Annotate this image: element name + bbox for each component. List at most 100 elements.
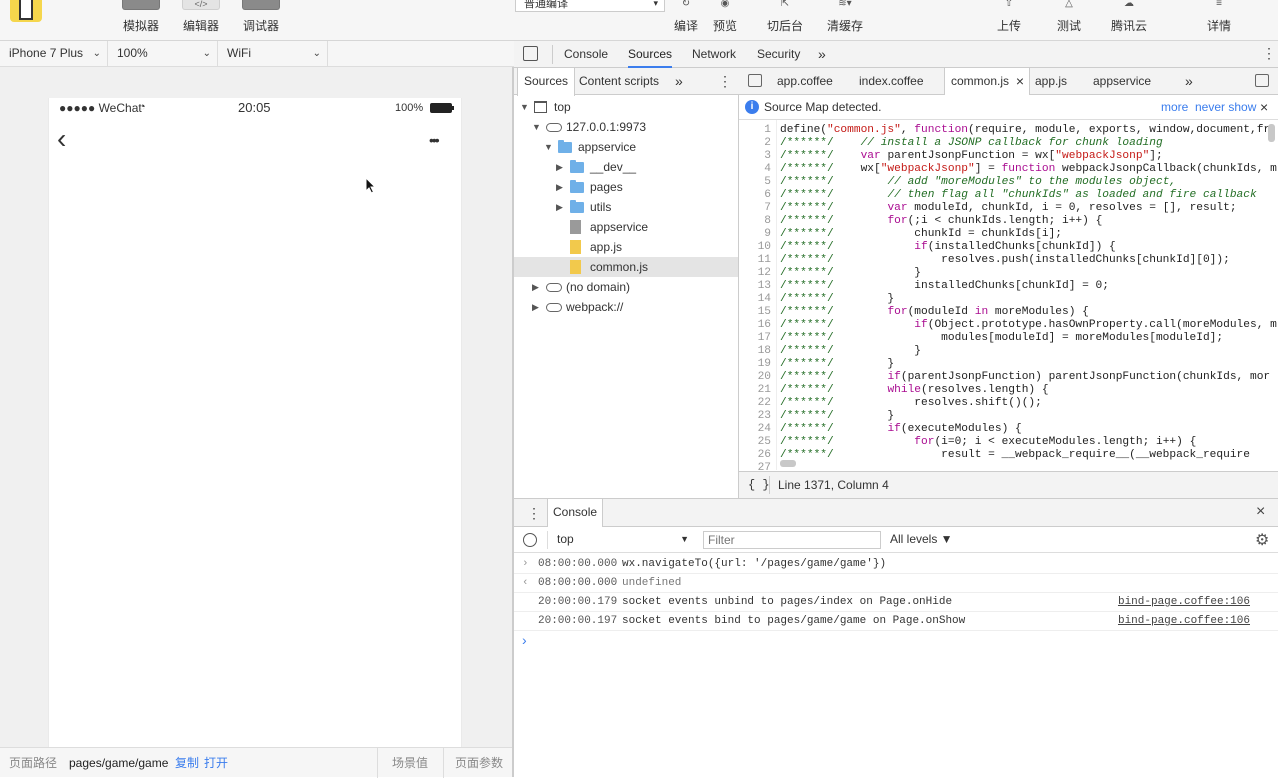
more-tabs-chevron-icon[interactable]: » [818,41,826,68]
line-number[interactable]: 2 [739,137,773,149]
page-params-button[interactable]: 页面参数 [455,748,503,778]
close-infobar-icon[interactable]: × [1260,95,1268,119]
gear-icon[interactable]: ⚙ [1255,530,1269,550]
line-number[interactable]: 27 [739,462,773,470]
line-number[interactable]: 1 [739,124,773,136]
line-number[interactable]: 4 [739,163,773,175]
tab-content-scripts[interactable]: Content scripts [573,68,665,95]
context-select[interactable]: top ▼ [557,527,689,553]
editor-tab-active[interactable]: common.js × [944,68,1031,96]
line-number[interactable]: 9 [739,228,773,240]
clear-cache-button[interactable]: ≋▾ 清缓存 [824,0,866,41]
compile-mode-select[interactable]: 普通编译 [515,0,665,12]
scene-value-button[interactable]: 场景值 [392,748,428,778]
console-message[interactable]: 20:00:00.197 socket events bind to pages/… [514,612,1278,631]
inspect-element-icon[interactable] [523,46,538,61]
line-number[interactable]: 6 [739,189,773,201]
line-number[interactable]: 11 [739,254,773,266]
console-message[interactable]: › 08:00:00.000 wx.navigateTo({url: '/pages… [514,555,1278,574]
more-info-link[interactable]: more [1161,95,1188,119]
test-button[interactable]: △ 测试 [1049,0,1089,41]
back-arrow-icon[interactable]: ‹ [57,125,66,153]
tab-console[interactable]: Console [564,41,608,68]
collapsed-triangle-icon[interactable]: ▶ [532,297,539,317]
preview-button[interactable]: ◉ 预览 [709,0,741,41]
tab-security[interactable]: Security [757,41,800,68]
tencent-cloud-button[interactable]: ☁ 腾讯云 [1105,0,1153,41]
line-number[interactable]: 16 [739,319,773,331]
message-source-link[interactable]: bind-page.coffee:106 [1118,593,1250,612]
collapsed-triangle-icon[interactable]: ▶ [556,197,563,217]
line-number[interactable]: 20 [739,371,773,383]
collapsed-triangle-icon[interactable]: ▶ [556,157,563,177]
close-drawer-icon[interactable]: × [1256,503,1265,521]
line-number[interactable]: 12 [739,267,773,279]
expanded-triangle-icon[interactable]: ▼ [544,137,553,157]
simulator-toggle-button[interactable]: 模拟器 [120,0,162,41]
tree-item[interactable]: appservice [514,217,738,237]
tab-sources[interactable]: Sources [628,41,673,68]
close-tab-icon[interactable]: × [1016,68,1024,94]
editor-tab[interactable]: index.coffee [853,68,930,95]
tree-item[interactable]: ▶ webpack:// [514,297,738,317]
log-levels-select[interactable]: All levels ▼ [890,527,953,552]
line-number[interactable]: 13 [739,280,773,292]
line-number[interactable]: 25 [739,436,773,448]
collapsed-triangle-icon[interactable]: ▶ [556,177,563,197]
upload-button[interactable]: ⇧ 上传 [989,0,1029,41]
editor-toggle-button[interactable]: </> 编辑器 [180,0,222,41]
kebab-menu-icon[interactable]: ⋮ [718,73,732,90]
line-number[interactable]: 24 [739,423,773,435]
code-editor[interactable]: 1 define("common.js", function(require, m… [739,120,1278,470]
line-number[interactable]: 23 [739,410,773,422]
line-number[interactable]: 15 [739,306,773,318]
vertical-scrollbar-thumb[interactable] [1268,124,1275,142]
kebab-menu-icon[interactable]: ⋮ [527,505,541,522]
never-show-link[interactable]: never show [1195,95,1256,119]
console-message[interactable]: ‹ 08:00:00.000 undefined [514,574,1278,593]
line-number[interactable]: 10 [739,241,773,253]
line-number[interactable]: 7 [739,202,773,214]
line-number[interactable]: 22 [739,397,773,409]
tree-item[interactable]: ▼ 127.0.0.1:9973 [514,117,738,137]
console-prompt-icon[interactable]: › [522,632,527,648]
debugger-toggle-button[interactable]: 调试器 [240,0,282,41]
line-number[interactable]: 8 [739,215,773,227]
drawer-tab-console[interactable]: Console [547,499,604,527]
line-number[interactable]: 26 [739,449,773,461]
line-number[interactable]: 18 [739,345,773,357]
line-number[interactable]: 14 [739,293,773,305]
background-button[interactable]: ⇱ 切后台 [764,0,806,41]
line-number[interactable]: 19 [739,358,773,370]
console-message[interactable]: 20:00:00.179 socket events unbind to page… [514,593,1278,612]
kebab-menu-icon[interactable]: ⋮ [1262,46,1276,60]
zoom-select[interactable]: 100% ⌄ [108,41,218,67]
tree-item[interactable]: ▼ appservice [514,137,738,157]
line-number[interactable]: 17 [739,332,773,344]
tree-item[interactable]: app.js [514,237,738,257]
more-tabs-chevron-icon[interactable]: » [1179,68,1199,95]
tab-network[interactable]: Network [692,41,736,68]
toggle-navigator-icon[interactable] [748,74,762,87]
toggle-debugger-icon[interactable] [1255,74,1269,87]
tree-item[interactable]: ▶ (no domain) [514,277,738,297]
clear-console-icon[interactable] [523,533,537,547]
phone-screen[interactable]: ●●●●● WeChat ◔ 20:05 100% ‹ ••• [48,98,462,747]
editor-tab[interactable]: app.coffee [771,68,839,95]
console-filter-input[interactable] [703,531,881,549]
expanded-triangle-icon[interactable]: ▼ [532,117,541,137]
expanded-triangle-icon[interactable]: ▼ [520,97,529,117]
tree-item[interactable]: ▶ pages [514,177,738,197]
copy-path-link[interactable]: 复制 [175,748,199,778]
line-number[interactable]: 3 [739,150,773,162]
horizontal-scrollbar-thumb[interactable] [780,460,796,467]
editor-tab[interactable]: app.js [1029,68,1073,95]
tree-item[interactable]: ▼ top [514,97,738,117]
tree-item[interactable]: common.js [514,257,738,277]
tree-item[interactable]: ▶ __dev__ [514,157,738,177]
details-button[interactable]: ≡ 详情 [1199,0,1239,41]
collapsed-triangle-icon[interactable]: ▶ [532,277,539,297]
editor-tab[interactable]: appservice [1087,68,1157,95]
tree-item[interactable]: ▶ utils [514,197,738,217]
tab-sources-navigator[interactable]: Sources [517,68,576,96]
